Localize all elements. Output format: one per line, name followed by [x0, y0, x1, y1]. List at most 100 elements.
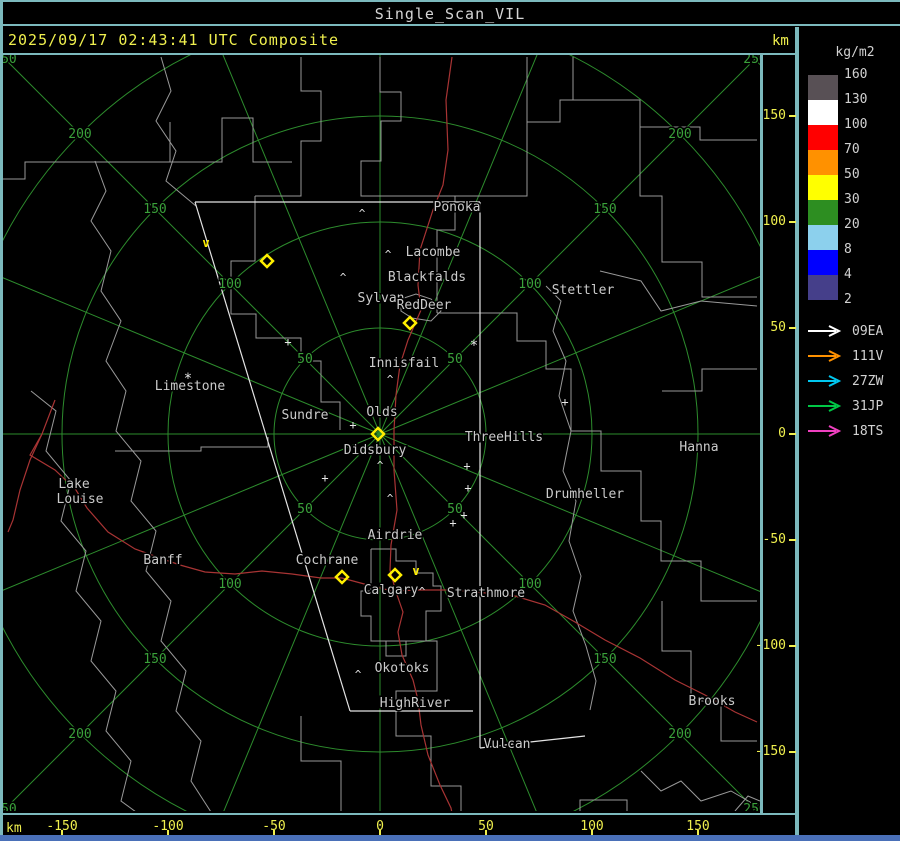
radar-site-row: 27ZW [806, 373, 900, 389]
range-label: 200 [68, 127, 91, 142]
county-boundary-line [90, 160, 211, 811]
colorbar-swatch [808, 75, 838, 100]
county-boundary-line [437, 312, 757, 602]
city-label: Innisfail [369, 356, 439, 371]
town-marker: + [349, 418, 356, 432]
radar-app-window: Single_Scan_VIL 2025/09/17 02:43:41 UTC … [0, 0, 900, 841]
town-marker: ^ [419, 585, 426, 598]
colorbar-value: 70 [844, 142, 860, 157]
frame-border [0, 0, 3, 836]
axis-tick [789, 221, 796, 223]
right-axis-label: 150 [762, 108, 786, 123]
axis-tick [789, 327, 796, 329]
city-label: Louise [57, 492, 104, 507]
storm-vector-marker: v [202, 236, 209, 250]
radial-line [223, 433, 381, 811]
axis-tick [789, 115, 796, 117]
frame-border [0, 24, 900, 26]
colorbar-swatch [808, 100, 838, 125]
city-label: Strathmore [447, 586, 525, 601]
site-arrow-icon [808, 425, 842, 437]
right-axis-label: -100 [754, 638, 786, 653]
county-boundary-line [155, 56, 197, 207]
city-label: Lake [58, 477, 89, 492]
colorbar-swatch [808, 275, 838, 300]
town-marker: ^ [377, 459, 384, 472]
city-label: Cochrane [296, 553, 359, 568]
colorbar-value: 50 [844, 167, 860, 182]
right-axis-unit-label: km [772, 33, 789, 49]
axis-tick [789, 539, 796, 541]
county-boundary-line [360, 57, 455, 197]
county-boundary-line [599, 270, 758, 312]
county-boundary-line [662, 368, 757, 392]
town-marker: + [321, 471, 328, 485]
colorbar-value: 4 [844, 267, 852, 282]
city-label: Airdrie [368, 528, 423, 543]
colorbar-swatch [808, 150, 838, 175]
city-label: Ponoka [434, 200, 481, 215]
city-label: Vulcan [484, 737, 531, 752]
town-marker: + [463, 459, 470, 473]
city-label: Lacombe [406, 245, 461, 260]
frame-border [0, 0, 900, 2]
county-boundary-line [300, 716, 342, 811]
city-label: Hanna [679, 440, 718, 455]
site-id-label: 09EA [852, 324, 884, 339]
city-label: Stettler [552, 283, 615, 298]
colorbar-value: 130 [844, 92, 868, 107]
site-arrow-icon [808, 325, 842, 337]
radar-site-row: 09EA [806, 323, 900, 339]
colorbar-value: 30 [844, 192, 860, 207]
city-label: RedDeer [397, 298, 452, 313]
range-label: 50 [447, 502, 463, 517]
city-label: Drumheller [546, 487, 624, 502]
colorbar-swatch [808, 175, 838, 200]
town-marker: ^ [387, 373, 394, 386]
city-label: Limestone [155, 379, 226, 394]
site-id-label: 111V [852, 349, 884, 364]
city-label: HighRiver [380, 696, 451, 711]
range-label: 150 [593, 652, 616, 667]
county-boundary-line [170, 117, 292, 163]
county-boundary-line [526, 57, 574, 123]
county-boundary-line [639, 127, 757, 298]
range-label: 150 [593, 202, 616, 217]
town-marker: * [470, 338, 478, 354]
axis-tick [789, 433, 796, 435]
city-label: Brooks [689, 694, 736, 709]
county-boundary-line [115, 437, 269, 452]
radial-line [3, 277, 381, 435]
storm-vector-marker: v [412, 564, 419, 578]
city-label: Okotoks [375, 661, 430, 676]
colorbar-swatch [808, 125, 838, 150]
county-boundary-line [661, 601, 757, 742]
scan-timestamp: 2025/09/17 02:43:41 UTC Composite [8, 31, 340, 49]
colorbar-swatch [808, 225, 838, 250]
city-label: Calgary [364, 583, 419, 598]
colorbar-unit-label: kg/m2 [835, 45, 875, 60]
axis-tick [789, 751, 796, 753]
colorbar-value: 2 [844, 292, 852, 307]
county-boundary-line [255, 57, 322, 197]
colorbar-swatch [808, 200, 838, 225]
town-marker: ^ [359, 207, 366, 220]
range-label: 100 [218, 577, 241, 592]
county-boundary-line [579, 799, 628, 811]
range-label: 50 [297, 352, 313, 367]
axis-tick [789, 645, 796, 647]
city-label: Blackfalds [388, 270, 466, 285]
city-label: ThreeHills [465, 430, 543, 445]
window-title: Single_Scan_VIL [374, 5, 526, 23]
town-marker: + [561, 395, 568, 409]
radar-map-canvas[interactable]: vv++++++++^^^^^^^^** 50 5050 50100 100100 10… [0, 55, 763, 813]
radar-site-row: 31JP [806, 398, 900, 414]
range-label: 100 [518, 277, 541, 292]
radial-line [3, 433, 381, 591]
city-label: Olds [366, 405, 397, 420]
town-marker: ^ [387, 492, 394, 505]
status-bar [0, 835, 900, 841]
county-boundary-line [640, 770, 758, 807]
right-axis: 150 100 50 0 -50 -100 -150 [752, 55, 786, 813]
right-axis-label: 50 [770, 320, 786, 335]
